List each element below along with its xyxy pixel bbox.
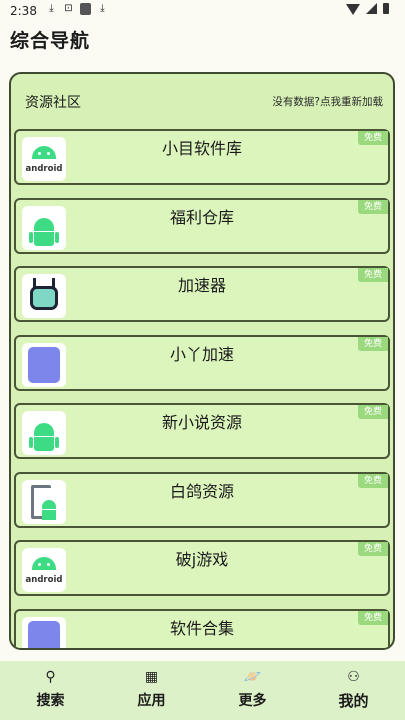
free-badge: 免费 <box>358 473 388 488</box>
media-icon: ⊡ <box>64 3 73 14</box>
bottom-nav: ⚲ 搜索 ▦ 应用 🪐 更多 ⚇ 我的 <box>0 661 405 720</box>
status-bar: 2:38 ⤓ ⊡ ⤓ <box>0 0 405 22</box>
panel-header: 资源社区 没有数据?点我重新加载 <box>11 74 393 129</box>
status-left-icons: ⤓ ⊡ ⤓ <box>46 3 108 15</box>
app-name: 加速器 <box>177 276 226 295</box>
app-name: 软件合集 <box>169 618 234 638</box>
battery-icon <box>383 3 389 14</box>
panel-title: 资源社区 <box>25 95 81 111</box>
nav-label: 搜索 <box>36 693 65 709</box>
page-title: 综合导航 <box>10 30 91 52</box>
list-item[interactable]: android 破j游戏 免费 <box>14 540 390 596</box>
android-logo-text: android <box>25 575 63 585</box>
free-badge: 免费 <box>358 131 388 145</box>
list-item[interactable]: 白鸽资源 免费 <box>14 471 390 528</box>
signal-icon <box>366 3 377 14</box>
nav-apps[interactable]: ▦ 应用 <box>101 661 202 720</box>
download-icon: ⤓ <box>100 3 105 14</box>
list-item[interactable]: 加速器 免费 <box>14 266 390 322</box>
app-name: 小目软件库 <box>161 139 242 158</box>
list-item[interactable]: 软件合集 免费 <box>14 608 390 648</box>
planet-icon: 🪐 <box>243 669 262 685</box>
free-badge: 免费 <box>358 268 388 282</box>
nav-search[interactable]: ⚲ 搜索 <box>0 661 101 720</box>
app-name: 小丫加速 <box>169 344 234 364</box>
status-right-icons <box>346 3 389 15</box>
list-item[interactable]: 新小说资源 免费 <box>14 403 390 459</box>
search-icon: ⚲ <box>45 669 56 685</box>
app-list: android 小目软件库 免费 福利仓库 免费 加速器 免费 小丫加速 免费 … <box>14 129 390 648</box>
app-name: 破j游戏 <box>175 550 229 569</box>
nav-mine[interactable]: ⚇ 我的 <box>303 661 404 720</box>
free-badge: 免费 <box>358 199 388 214</box>
nav-label: 更多 <box>238 693 267 709</box>
free-badge: 免费 <box>358 542 388 556</box>
nav-more[interactable]: 🪐 更多 <box>202 661 303 720</box>
app-name: 白鸽资源 <box>169 481 234 501</box>
status-time: 2:38 <box>10 4 37 18</box>
person-icon: ⚇ <box>347 669 360 685</box>
free-badge: 免费 <box>358 336 388 351</box>
free-badge: 免费 <box>358 405 388 419</box>
reload-link[interactable]: 没有数据?点我重新加载 <box>272 94 383 109</box>
nav-label: 应用 <box>137 693 166 709</box>
app-name: 新小说资源 <box>161 413 242 432</box>
resource-panel: 资源社区 没有数据?点我重新加载 android 小目软件库 免费 福利仓库 免… <box>9 72 395 650</box>
list-item[interactable]: android 小目软件库 免费 <box>14 129 390 185</box>
free-badge: 免费 <box>358 610 388 625</box>
app-icon <box>80 3 91 15</box>
apps-grid-icon: ▦ <box>144 669 159 685</box>
wifi-icon <box>346 4 360 15</box>
nav-label: 我的 <box>338 692 369 710</box>
download-icon: ⤓ <box>49 3 54 14</box>
app-name: 福利仓库 <box>169 207 234 227</box>
list-item[interactable]: 福利仓库 免费 <box>14 197 390 254</box>
android-logo-text: android <box>25 164 63 174</box>
list-item[interactable]: 小丫加速 免费 <box>14 334 390 391</box>
